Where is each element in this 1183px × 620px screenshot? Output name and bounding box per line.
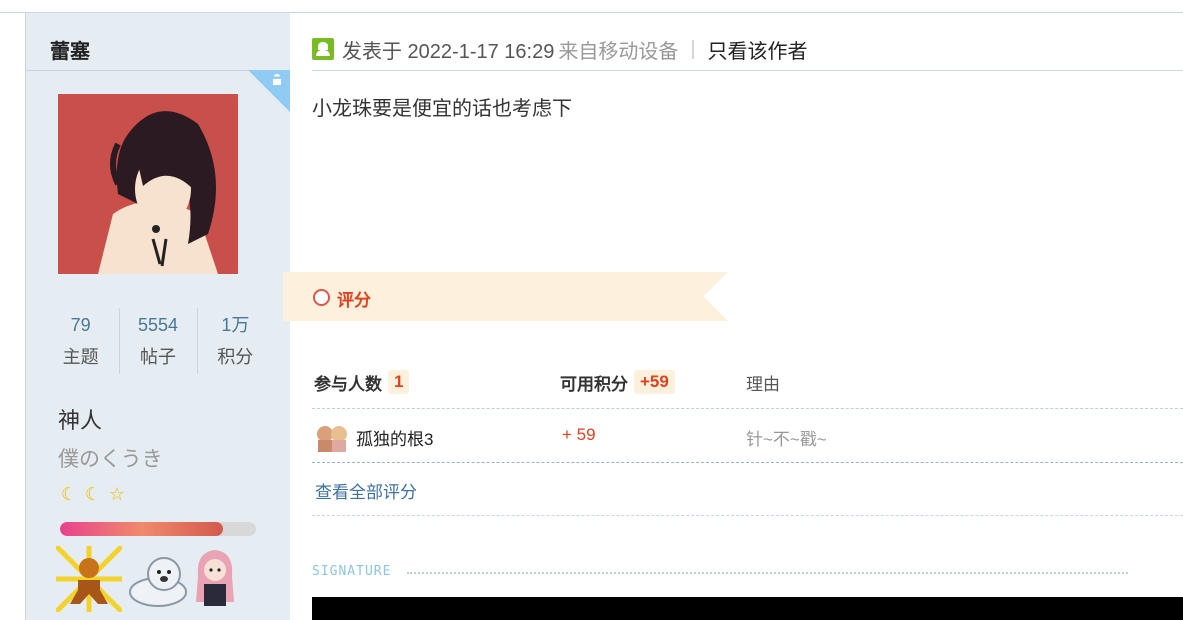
moon-icon: ☾ [60, 483, 78, 504]
only-author-link[interactable]: 只看该作者 [708, 35, 808, 64]
post-content: 小龙珠要是便宜的话也考虑下 [312, 98, 572, 120]
android-icon [267, 73, 287, 93]
custom-title: 僕のくうき [58, 448, 163, 471]
user-rank[interactable]: 神人 [58, 403, 102, 435]
divider [312, 462, 1183, 463]
username[interactable]: 蕾塞 [50, 35, 90, 64]
stat-value: 5554 [137, 315, 179, 335]
stat-threads[interactable]: 79 主题 [42, 308, 119, 374]
rating-title: 评分 [337, 291, 371, 310]
stat-value: 1万 [221, 315, 250, 335]
level-stars: ☾ ☾ ☆ [58, 483, 128, 507]
medal-monk-icon[interactable] [54, 544, 124, 614]
post-device: 来自移动设备 [558, 40, 679, 63]
rater-name[interactable]: 孤独的根3 [356, 425, 433, 450]
avatar[interactable] [58, 94, 238, 274]
participants-label: 参与人数 [314, 374, 382, 394]
rater-reason: 针~不~戳~ [746, 430, 827, 449]
rating-row: 孤独的根3 + 59 针~不~戳~ [312, 420, 1183, 454]
participants-count: 1 [388, 370, 410, 394]
view-all-ratings-link[interactable]: 查看全部评分 [315, 478, 417, 503]
rating-circle-icon [313, 289, 330, 306]
stat-label: 积分 [217, 347, 254, 367]
post-meta: 发表于 2022-1-17 16:29 来自移动设备 | 只看该作者 [312, 33, 808, 65]
divider [312, 70, 1183, 71]
star-icon: ☆ [108, 483, 126, 504]
author-online-icon [312, 38, 334, 60]
stat-label: 主题 [62, 347, 99, 367]
stat-label: 帖子 [139, 347, 176, 367]
points-total: +59 [634, 370, 675, 394]
user-stats: 79 主题 5554 帖子 1万 积分 [42, 308, 274, 374]
medal-list [54, 544, 258, 614]
divider [312, 515, 1183, 516]
medal-girl-icon[interactable] [192, 546, 258, 612]
stat-value: 79 [70, 315, 91, 335]
level-progress-fill [60, 522, 223, 536]
signature-image [312, 597, 1183, 620]
signature-divider [407, 572, 1128, 574]
moon-icon: ☾ [84, 483, 102, 504]
rater-avatar[interactable] [314, 422, 350, 454]
stat-posts[interactable]: 5554 帖子 [119, 308, 196, 374]
user-sidebar: 蕾塞 79 主题 5554 帖子 1万 积分 神人 僕のくうき ☾ ☾ ☆ [25, 13, 290, 620]
points-label: 可用积分 [560, 374, 628, 394]
rater-score: + 59 [562, 425, 596, 444]
reason-label: 理由 [746, 374, 780, 394]
stat-credits[interactable]: 1万 积分 [196, 308, 274, 374]
post-time: 发表于 2022-1-17 16:29 [342, 40, 555, 63]
signature-label: SIGNATURE [312, 564, 392, 579]
separator: | [690, 37, 696, 60]
divider [312, 408, 1183, 409]
level-progress-bar [60, 522, 256, 536]
rating-header: 参与人数 1 可用积分 +59 理由 [312, 366, 1183, 402]
medal-seal-icon[interactable] [124, 546, 190, 612]
